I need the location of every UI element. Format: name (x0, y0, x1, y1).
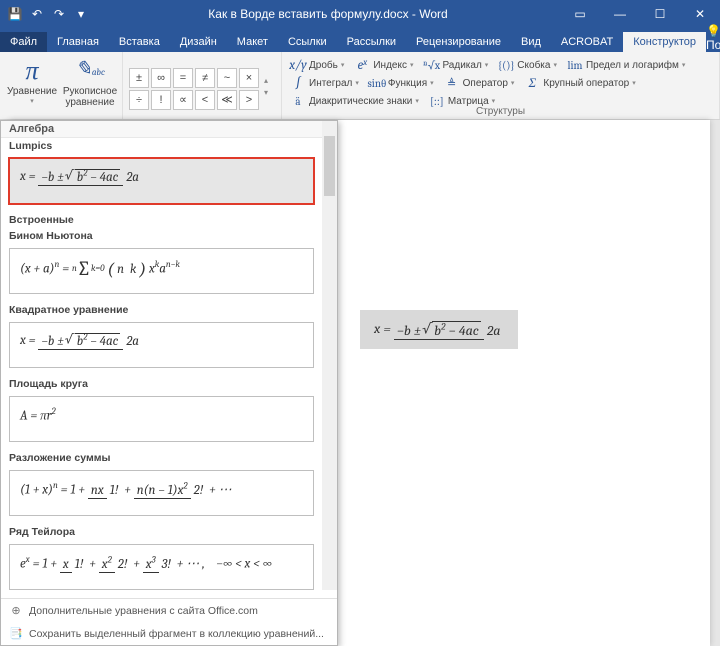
symbol-lt[interactable]: < (195, 90, 215, 110)
tab-acrobat[interactable]: ACROBAT (551, 32, 623, 52)
struct-radical[interactable]: ⁿ√xРадикал▾ (423, 57, 488, 73)
gallery-item-lumpics-quadratic[interactable]: x = −b ± b2 − 4ac2a (9, 158, 314, 204)
gallery-cat-taylor: Ряд Тейлора (1, 524, 322, 540)
equation-in-document[interactable]: x = −b ± b2 − 4ac2a (360, 310, 518, 349)
gallery-section-algebra: Алгебра (1, 121, 322, 138)
workspace: x = −b ± b2 − 4ac2a Алгебра Lumpics x = … (0, 120, 720, 646)
gallery-scrollbar[interactable] (322, 121, 337, 590)
symbol-inf[interactable]: ∞ (151, 68, 171, 88)
symbol-fact[interactable]: ! (151, 90, 171, 110)
gallery-cat-lumpics: Lumpics (1, 138, 322, 154)
quick-access-toolbar: 💾 ↶ ↷ ▾ (0, 5, 96, 23)
symbol-gt[interactable]: > (239, 90, 259, 110)
operator-icon: ≜ (444, 77, 460, 90)
symbol-times[interactable]: × (239, 68, 259, 88)
document-title: Как в Ворде вставить формулу.docx - Word (96, 7, 560, 21)
tab-file[interactable]: Файл (0, 32, 47, 52)
ribbon-group-structures: x/yДробь▾ exИндекс▾ ⁿ√xРадикал▾ {()}Скоб… (282, 52, 720, 119)
gallery-item-circle-area[interactable]: A = πr2 (9, 396, 314, 442)
tab-view[interactable]: Вид (511, 32, 551, 52)
window-controls: ▭ ― ☐ ✕ (560, 0, 720, 28)
gallery-item-expansion[interactable]: (1 + x)n = 1 + nx1! + n(n − 1)x22! + ⋯ (9, 470, 314, 516)
gallery-more-office[interactable]: ⊕Дополнительные уравнения с сайта Office… (1, 599, 337, 622)
tab-home[interactable]: Главная (47, 32, 109, 52)
symbol-prop[interactable]: ∝ (173, 90, 193, 110)
gallery-item-quadratic[interactable]: x = −b ± b2 − 4ac2a (9, 322, 314, 368)
minimize-icon[interactable]: ― (600, 0, 640, 28)
radical-icon: ⁿ√x (423, 59, 439, 72)
tab-design-equation[interactable]: Конструктор (623, 32, 706, 52)
gallery-cat-builtin: Встроенные (1, 212, 322, 228)
gallery-save-selection[interactable]: 📑Сохранить выделенный фрагмент в коллекц… (1, 622, 337, 645)
symbol-eq[interactable]: = (173, 68, 193, 88)
gallery-cat-binomial: Бином Ньютона (1, 228, 322, 244)
struct-integral[interactable]: ∫Интеграл▾ (290, 75, 359, 91)
index-icon: ex (354, 58, 370, 73)
pi-icon: π (25, 56, 38, 86)
function-icon: sinθ (369, 77, 385, 90)
ribbon-options-icon[interactable]: ▭ (560, 0, 600, 28)
symbol-ll[interactable]: ≪ (217, 90, 237, 110)
qat-dropdown-icon[interactable]: ▾ (72, 5, 90, 23)
tab-review[interactable]: Рецензирование (406, 32, 511, 52)
gallery-cat-circle: Площадь круга (1, 376, 322, 392)
gallery-footer: ⊕Дополнительные уравнения с сайта Office… (1, 598, 337, 645)
ribbon: π Уравнение ▾ ✎abc Рукописное уравнение … (0, 52, 720, 120)
tell-me[interactable]: 💡 Помощн (706, 24, 720, 52)
undo-icon[interactable]: ↶ (28, 5, 46, 23)
globe-icon: ⊕ (9, 604, 23, 617)
tab-mailings[interactable]: Рассылки (337, 32, 406, 52)
redo-icon[interactable]: ↷ (50, 5, 68, 23)
struct-function[interactable]: sinθФункция▾ (369, 75, 434, 91)
gallery-cat-quadratic: Квадратное уравнение (1, 302, 322, 318)
struct-large-op[interactable]: ΣКрупный оператор▾ (524, 75, 635, 91)
integral-icon: ∫ (290, 76, 306, 91)
bracket-icon: {()} (498, 59, 514, 72)
ink-equation-button[interactable]: ✎abc Рукописное уравнение (64, 56, 116, 119)
tab-references[interactable]: Ссылки (278, 32, 337, 52)
struct-limit-log[interactable]: limПредел и логарифм▾ (567, 57, 685, 73)
symbol-pm[interactable]: ± (129, 68, 149, 88)
fraction-icon: x/y (290, 58, 306, 73)
gallery-item-binomial[interactable]: (x + a)n = n∑k=0 (nk) xkan−k (9, 248, 314, 294)
tab-insert[interactable]: Вставка (109, 32, 170, 52)
title-bar: 💾 ↶ ↷ ▾ Как в Ворде вставить формулу.doc… (0, 0, 720, 28)
equation-gallery: Алгебра Lumpics x = −b ± b2 − 4ac2a Встр… (0, 120, 338, 646)
ribbon-tabs: Файл Главная Вставка Дизайн Макет Ссылки… (0, 28, 720, 52)
tab-design[interactable]: Дизайн (170, 32, 227, 52)
struct-bracket[interactable]: {()}Скобка▾ (498, 57, 557, 73)
save-selection-icon: 📑 (9, 627, 23, 640)
symbol-div[interactable]: ÷ (129, 90, 149, 110)
ink-icon: ✎abc (75, 56, 105, 86)
save-icon[interactable]: 💾 (6, 5, 24, 23)
struct-index[interactable]: exИндекс▾ (354, 57, 413, 73)
limit-icon: lim (567, 59, 583, 72)
structures-group-label: Структуры (288, 106, 713, 118)
ribbon-group-tools: π Уравнение ▾ ✎abc Рукописное уравнение (0, 52, 123, 119)
maximize-icon[interactable]: ☐ (640, 0, 680, 28)
gallery-cat-expansion: Разложение суммы (1, 450, 322, 466)
equation-button[interactable]: π Уравнение ▾ (6, 56, 58, 119)
symbol-tilde[interactable]: ~ (217, 68, 237, 88)
struct-operator[interactable]: ≜Оператор▾ (444, 75, 515, 91)
symbol-neq[interactable]: ≠ (195, 68, 215, 88)
gallery-item-taylor[interactable]: ex = 1 + x1! + x22! + x33! + ⋯ , −∞ < x … (9, 544, 314, 590)
symbols-expand[interactable]: ▴▾ (261, 76, 275, 97)
tab-layout[interactable]: Макет (227, 32, 278, 52)
ribbon-group-symbols: ± ∞ = ≠ ~ × ÷ ! ∝ < ≪ > ▴▾ (123, 52, 282, 119)
struct-fraction[interactable]: x/yДробь▾ (290, 57, 344, 73)
large-op-icon: Σ (524, 75, 540, 91)
